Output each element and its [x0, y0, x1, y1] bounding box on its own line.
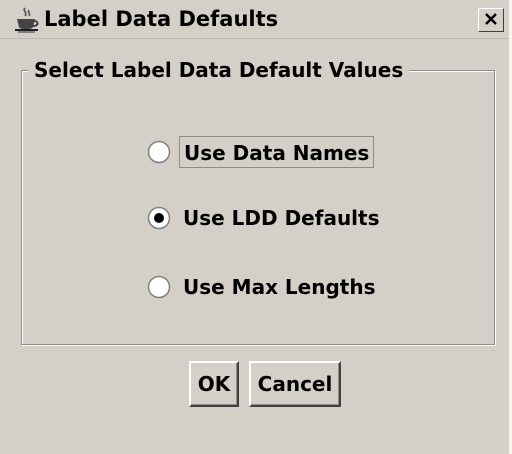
dialog-window: Label Data Defaults Select Label Data De…: [0, 0, 512, 454]
title-bar[interactable]: Label Data Defaults: [0, 0, 509, 39]
ok-button[interactable]: OK: [189, 361, 239, 407]
radio-unchecked-icon[interactable]: [147, 140, 171, 164]
close-button[interactable]: [478, 8, 504, 32]
radio-unchecked-icon[interactable]: [147, 275, 171, 299]
cancel-button[interactable]: Cancel: [249, 361, 341, 407]
radio-checked-icon[interactable]: [147, 206, 171, 230]
close-icon: [484, 11, 498, 30]
radio-label-use-ldd-defaults: Use LDD Defaults: [183, 206, 380, 230]
radio-use-max-lengths[interactable]: Use Max Lengths: [147, 270, 380, 304]
radio-use-ldd-defaults[interactable]: Use LDD Defaults: [147, 201, 384, 235]
window-title: Label Data Defaults: [44, 7, 279, 31]
java-coffee-cup-icon: [14, 6, 40, 34]
radio-label-use-max-lengths: Use Max Lengths: [183, 275, 376, 299]
group-title: Select Label Data Default Values: [28, 56, 410, 84]
radio-label-use-data-names: Use Data Names: [179, 136, 375, 168]
radio-use-data-names[interactable]: Use Data Names: [147, 135, 375, 169]
